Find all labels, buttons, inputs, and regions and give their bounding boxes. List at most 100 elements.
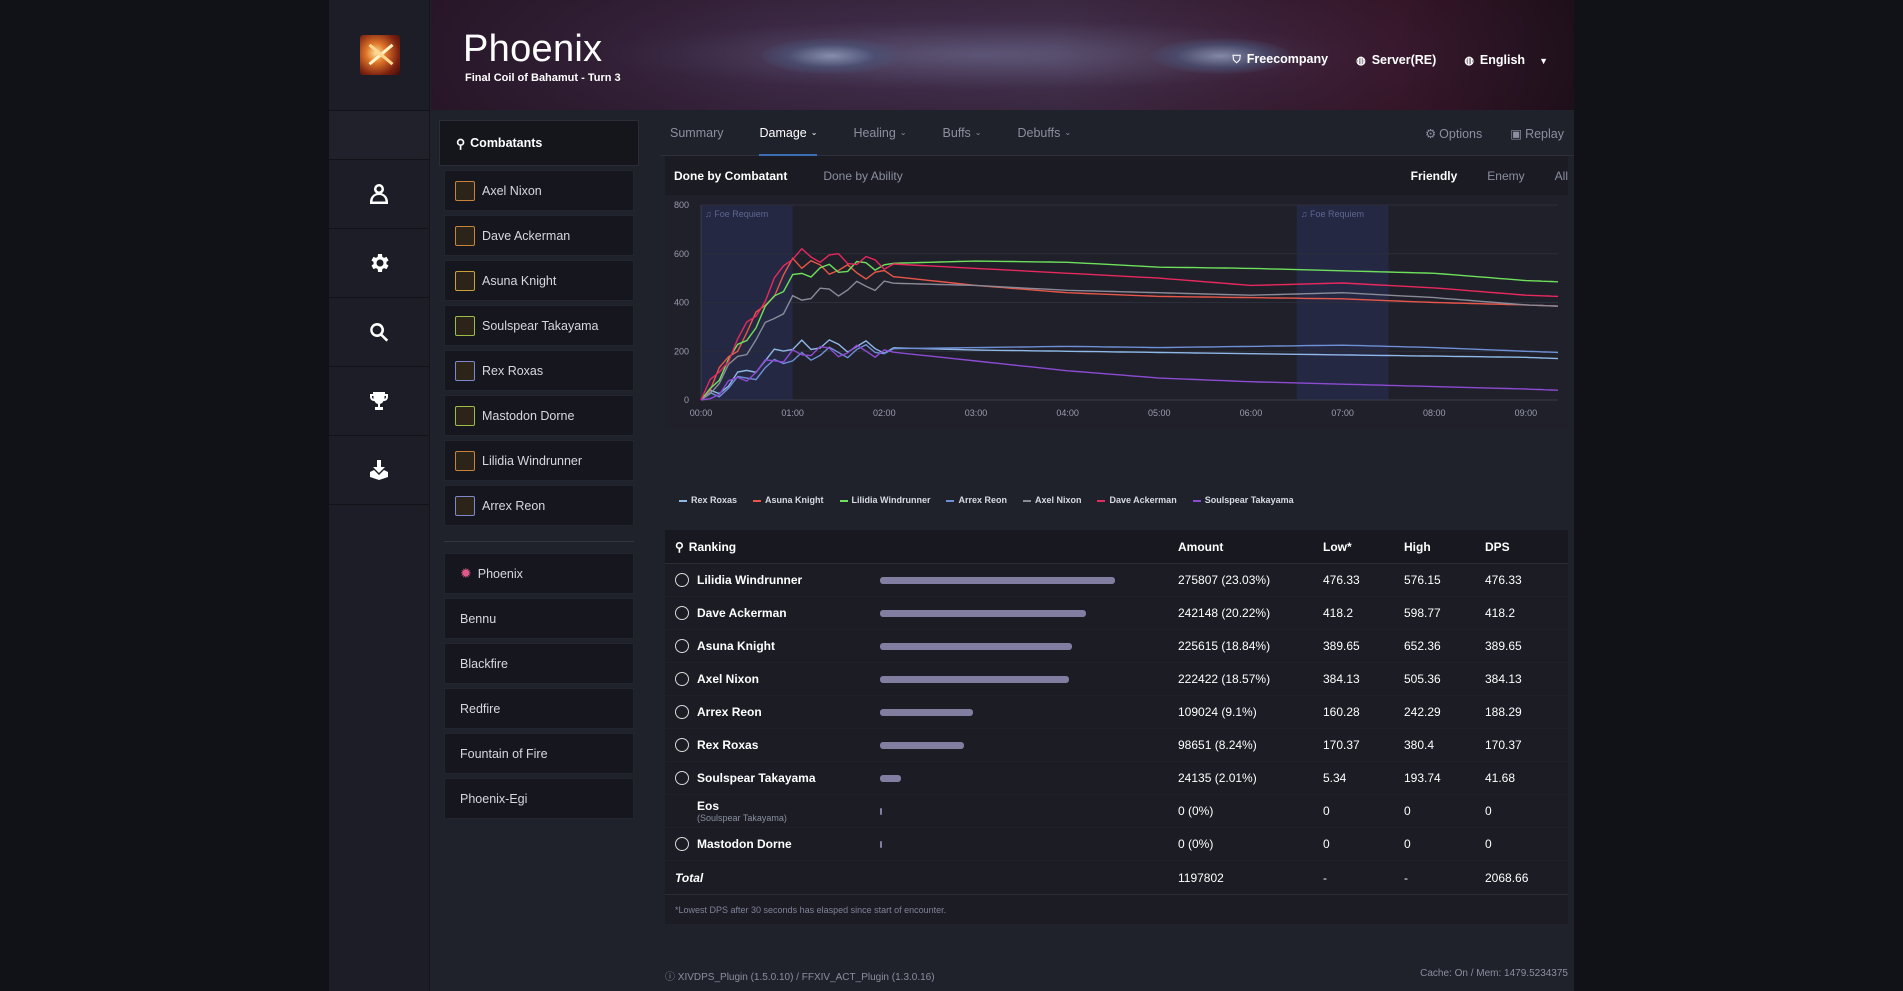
combatants-heading-label: Combatants xyxy=(470,136,543,150)
damage-share-bar xyxy=(880,642,1073,650)
enemy-item[interactable]: Redfire xyxy=(444,688,634,729)
ranking-bar-cell xyxy=(880,609,1178,617)
ranking-row[interactable]: Mastodon Dorne 0 (0%) 0 0 0 xyxy=(665,828,1568,861)
x-tick-label: 09:00 xyxy=(1515,408,1538,418)
rail-search[interactable] xyxy=(329,298,429,367)
legend-item[interactable]: Dave Ackerman xyxy=(1097,495,1177,505)
enemy-item[interactable]: Phoenix-Egi xyxy=(444,778,634,819)
combatant-item[interactable]: Dave Ackerman xyxy=(444,215,634,256)
ranking-row[interactable]: Dave Ackerman 242148 (20.22%) 418.2 598.77 4… xyxy=(665,597,1568,630)
combatant-item[interactable]: Rex Roxas xyxy=(444,350,634,391)
high-column-header[interactable]: High xyxy=(1404,540,1485,554)
legend-item[interactable]: Lilidia Windrunner xyxy=(839,495,930,505)
filter-friendly[interactable]: Friendly xyxy=(1411,169,1458,183)
freecompany-link[interactable]: ⛉ Freecompany xyxy=(1233,52,1329,67)
ranking-low: 160.28 xyxy=(1323,705,1360,719)
x-tick-label: 07:00 xyxy=(1331,408,1354,418)
server-label: Server(RE) xyxy=(1371,52,1437,67)
chevron-down-icon: ⌄ xyxy=(899,128,907,137)
app-logo[interactable] xyxy=(329,0,430,110)
enemy-item[interactable]: ✹ Phoenix xyxy=(444,553,634,594)
freecompany-label: Freecompany xyxy=(1246,52,1329,66)
legend-item[interactable]: Asuna Knight xyxy=(753,495,824,505)
shield-icon: ⛉ xyxy=(1232,54,1241,66)
ranking-name-wrap: Lilidia Windrunner xyxy=(697,573,802,587)
rail-settings[interactable] xyxy=(329,229,429,298)
dps-column-header[interactable]: DPS xyxy=(1485,540,1565,554)
ranking-bar-cell xyxy=(880,642,1178,650)
ranking-bar-cell xyxy=(880,774,1178,782)
replay-button[interactable]: ▣ Replay xyxy=(1510,126,1564,141)
ranking-row[interactable]: Soulspear Takayama 24135 (2.01%) 5.34 193.7… xyxy=(665,762,1568,795)
filter-all[interactable]: All xyxy=(1555,169,1568,183)
legend-item[interactable]: Rex Roxas xyxy=(679,495,737,505)
combatant-name: Arrex Reon xyxy=(482,498,546,513)
x-tick-label: 00:00 xyxy=(690,408,713,418)
phoenix-icon: ✹ xyxy=(460,565,472,581)
enemy-item[interactable]: Bennu xyxy=(444,598,634,639)
subtab-done-by-ability[interactable]: Done by Ability xyxy=(823,169,902,183)
combatant-item[interactable]: Soulspear Takayama xyxy=(444,305,634,346)
subtab-done-by-combatant[interactable]: Done by Combatant xyxy=(674,169,787,183)
legend-item[interactable]: Soulspear Takayama xyxy=(1192,495,1294,505)
ranking-row[interactable]: Rex Roxas 98651 (8.24%) 170.37 380.4 170.37 xyxy=(665,729,1568,762)
enemy-item[interactable]: Blackfire xyxy=(444,643,634,684)
language-dropdown[interactable]: ◍ English ▼ xyxy=(1464,53,1548,67)
tab-damage[interactable]: Damage ⌄ xyxy=(759,110,817,156)
rail-profile[interactable] xyxy=(329,160,429,229)
sidebar-divider xyxy=(444,541,634,542)
ranking-row[interactable]: Eos (Soulspear Takayama) 0 (0%) 0 0 0 xyxy=(665,795,1568,828)
combatant-item[interactable]: Lilidia Windrunner xyxy=(444,440,634,481)
ranking-high: 505.36 xyxy=(1404,672,1441,686)
ranking-name: Axel Nixon xyxy=(697,672,760,686)
chart-legend: Rex Roxas Asuna Knight Lilidia Windrunner A… xyxy=(665,490,1568,510)
total-dps: 2068.66 xyxy=(1485,870,1529,885)
ranking-name: Arrex Reon xyxy=(697,705,762,719)
series-line xyxy=(700,343,1559,401)
tab-summary[interactable]: Summary xyxy=(670,110,723,156)
server-link[interactable]: ◍ Server(RE) xyxy=(1356,53,1436,67)
job-icon xyxy=(675,672,689,686)
tab-healing[interactable]: Healing ⌄ xyxy=(853,110,906,156)
sidebar: ⚲ Combatants Axel Nixon Dave Ackerman Asuna… xyxy=(439,120,639,819)
tab-buffs[interactable]: Buffs ⌄ xyxy=(943,110,982,156)
combatant-item[interactable]: Mastodon Dorne xyxy=(444,395,634,436)
legend-label: Asuna Knight xyxy=(765,495,824,505)
combatant-item[interactable]: Asuna Knight xyxy=(444,260,634,301)
damage-share-bar xyxy=(880,708,973,716)
options-button[interactable]: ⚙ Options xyxy=(1425,126,1482,141)
low-column-header[interactable]: Low* xyxy=(1323,540,1404,554)
ranking-high: 576.15 xyxy=(1404,573,1441,587)
plugin-version-text: XIVDPS_Plugin (1.5.0.10) / FFXIV_ACT_Plu… xyxy=(677,972,935,983)
rail-trophy[interactable] xyxy=(329,367,429,436)
replay-label: Replay xyxy=(1525,126,1564,141)
enemy-item[interactable]: Fountain of Fire xyxy=(444,733,634,774)
chevron-down-icon: ⌄ xyxy=(1064,128,1072,137)
ranking-row[interactable]: Asuna Knight 225615 (18.84%) 389.65 652.36 3… xyxy=(665,630,1568,663)
combatant-name: Lilidia Windrunner xyxy=(482,453,583,468)
chevron-down-icon: ⌄ xyxy=(974,128,982,137)
combatant-item[interactable]: Axel Nixon xyxy=(444,170,634,211)
ranking-row[interactable]: Lilidia Windrunner 275807 (23.03%) 476.33 5… xyxy=(665,564,1568,597)
filter-enemy[interactable]: Enemy xyxy=(1487,169,1524,183)
ranking-bar-cell xyxy=(880,840,1178,848)
ranking-row[interactable]: Arrex Reon 109024 (9.1%) 160.28 242.29 188.2… xyxy=(665,696,1568,729)
combatant-item[interactable]: Arrex Reon xyxy=(444,485,634,526)
ranking-amount: 275807 (23.03%) xyxy=(1178,573,1271,587)
gear-icon: ⚙ xyxy=(1424,126,1437,141)
cache-status: Cache: On / Mem: 1479.5234375 xyxy=(1420,968,1568,979)
amount-column-header[interactable]: Amount xyxy=(1178,540,1323,554)
phoenix-logo-icon xyxy=(359,35,400,75)
ranking-name-cell: Asuna Knight xyxy=(665,639,880,653)
ranking-row[interactable]: Axel Nixon 222422 (18.57%) 384.13 505.36 384… xyxy=(665,663,1568,696)
legend-label: Axel Nixon xyxy=(1034,495,1082,505)
ranking-name-cell: Axel Nixon xyxy=(665,672,880,686)
tab-debuffs[interactable]: Debuffs ⌄ xyxy=(1018,110,1072,156)
y-tick-label: 600 xyxy=(674,249,689,259)
damage-share-bar xyxy=(880,807,882,815)
series-line xyxy=(700,247,1559,401)
rail-download[interactable] xyxy=(329,436,429,505)
legend-swatch xyxy=(1022,499,1031,502)
legend-item[interactable]: Axel Nixon xyxy=(1022,495,1082,505)
legend-item[interactable]: Arrex Reon xyxy=(946,495,1007,505)
